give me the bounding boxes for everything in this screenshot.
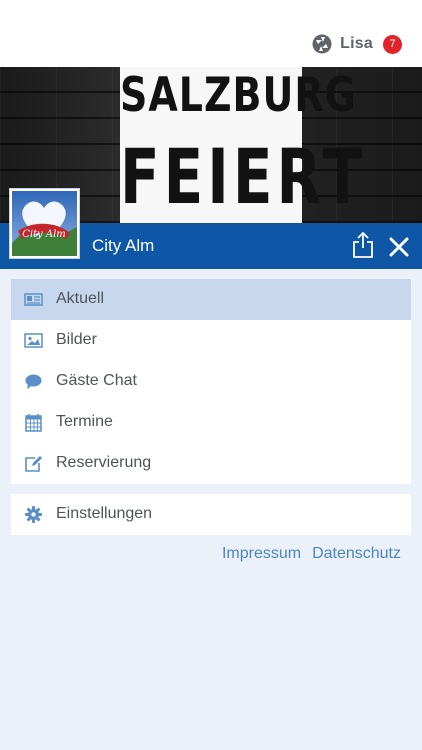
venue-avatar[interactable]: City Alm (10, 189, 79, 258)
menu-item-termine[interactable]: Termine (11, 402, 411, 443)
menu-item-label: Termine (56, 413, 113, 430)
banner-title-line2: FEIERT (120, 132, 367, 222)
avatar-logo-text: City Alm (22, 229, 66, 240)
impressum-link[interactable]: Impressum (222, 545, 301, 563)
main-menu: Aktuell Bilder Gäste Chat Termine Reserv… (11, 279, 411, 484)
gear-icon (25, 506, 42, 523)
close-icon[interactable] (388, 236, 410, 258)
chat-bubble-icon (25, 374, 42, 389)
footer-links: Impressum Datenschutz (222, 545, 401, 563)
edit-icon (25, 456, 42, 472)
menu-item-label: Reservierung (56, 454, 152, 471)
banner-poster: SALZBURG FEIERT (120, 67, 367, 223)
venue-name: City Alm (92, 236, 155, 255)
newspaper-icon (24, 293, 43, 306)
menu-item-label: Aktuell (56, 290, 105, 307)
user-profile[interactable]: Lisa 7 (312, 34, 402, 54)
menu-item-label: Einstellungen (56, 505, 153, 522)
menu-item-gaeste-chat[interactable]: Gäste Chat (11, 361, 411, 402)
venue-logo-icon: City Alm (12, 191, 77, 256)
top-bar: Lisa 7 (0, 0, 422, 67)
settings-menu: Einstellungen (11, 494, 411, 535)
image-icon (24, 333, 43, 348)
banner-title-line1: SALZBURG (120, 67, 357, 122)
datenschutz-link[interactable]: Datenschutz (312, 545, 401, 563)
notification-badge[interactable]: 7 (383, 34, 402, 54)
menu-item-reservierung[interactable]: Reservierung (11, 443, 411, 484)
calendar-icon (25, 414, 42, 432)
menu-item-label: Gäste Chat (56, 372, 137, 389)
app-logo-icon (312, 34, 332, 54)
menu-item-einstellungen[interactable]: Einstellungen (11, 494, 411, 535)
menu-item-bilder[interactable]: Bilder (11, 320, 411, 361)
menu-item-label: Bilder (56, 331, 97, 348)
menu-item-aktuell[interactable]: Aktuell (11, 279, 411, 320)
share-icon[interactable] (352, 231, 374, 259)
user-name[interactable]: Lisa (340, 35, 373, 53)
